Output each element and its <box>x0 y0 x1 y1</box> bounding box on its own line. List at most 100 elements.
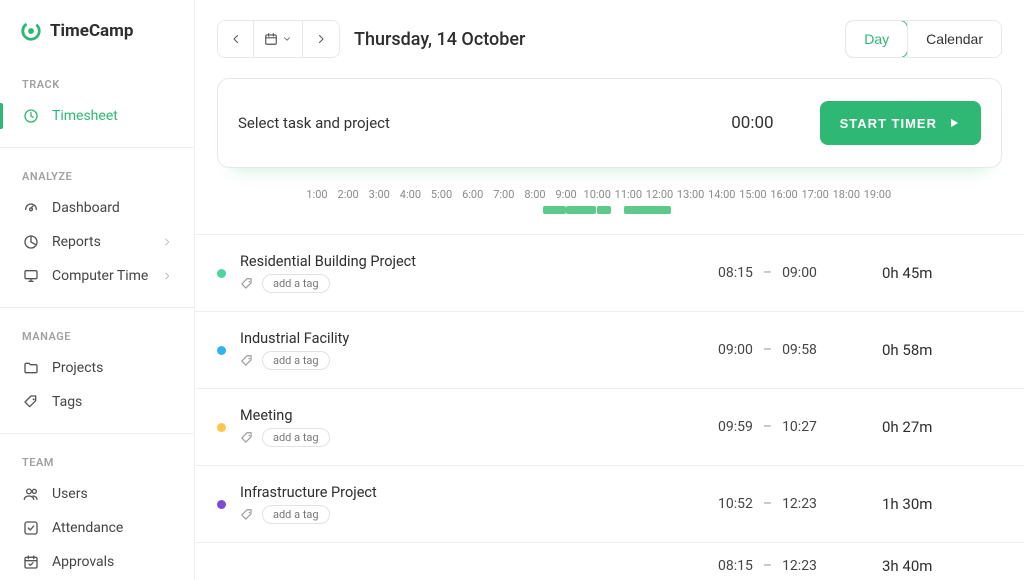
summary-duration: 3h 40m <box>882 557 1002 575</box>
brand[interactable]: TimeCamp <box>0 0 194 62</box>
next-day-button[interactable] <box>303 21 339 57</box>
timeline-tick: 11:00 <box>615 188 642 201</box>
timeline-tick: 4:00 <box>400 188 421 201</box>
timeline-tick: 18:00 <box>833 188 860 201</box>
users-icon <box>22 485 40 503</box>
entry-to[interactable]: 09:58 <box>782 342 817 358</box>
entry-from[interactable]: 10:52 <box>718 496 753 512</box>
brand-name: TimeCamp <box>50 21 133 41</box>
add-tag-button[interactable]: add a tag <box>262 505 330 524</box>
date-title: Thursday, 14 October <box>354 29 525 50</box>
timeline-tick: 14:00 <box>708 188 735 201</box>
tag-icon <box>240 508 254 522</box>
entry-from[interactable]: 09:00 <box>718 342 753 358</box>
entry-duration: 1h 30m <box>882 495 1002 513</box>
time-entry[interactable]: Residential Building Project add a tag 0… <box>195 235 1024 312</box>
entry-from[interactable]: 09:59 <box>718 419 753 435</box>
view-calendar-button[interactable]: Calendar <box>907 21 1001 57</box>
entry-color-dot <box>217 346 226 355</box>
task-select[interactable]: Select task and project <box>238 114 390 132</box>
entry-title: Residential Building Project <box>240 253 704 270</box>
sidebar-item-computer-time[interactable]: Computer Time <box>0 259 194 293</box>
timeline-bar[interactable] <box>597 206 612 214</box>
sidebar-item-label: Tags <box>52 394 172 410</box>
nav-section-label: TEAM <box>0 442 194 477</box>
chevron-down-icon <box>282 34 292 44</box>
timeline-tick: 3:00 <box>369 188 390 201</box>
timeline-tick: 8:00 <box>524 188 545 201</box>
add-tag-button[interactable]: add a tag <box>262 274 330 293</box>
tag-icon <box>240 354 254 368</box>
summary-to: 12:23 <box>782 558 817 574</box>
sidebar-item-timesheet[interactable]: Timesheet <box>0 99 194 133</box>
timer-card: Select task and project 00:00 START TIME… <box>217 78 1002 168</box>
dash: – <box>763 558 772 574</box>
timeline-tick: 15:00 <box>739 188 766 201</box>
entries-list: Residential Building Project add a tag 0… <box>195 234 1024 543</box>
timeline-tick: 6:00 <box>462 188 483 201</box>
entry-to[interactable]: 10:27 <box>782 419 817 435</box>
entry-color-dot <box>217 269 226 278</box>
dash: – <box>763 342 772 358</box>
sidebar-item-projects[interactable]: Projects <box>0 351 194 385</box>
timeline-bar[interactable] <box>566 206 596 214</box>
entry-duration: 0h 27m <box>882 418 1002 436</box>
time-entry[interactable]: Infrastructure Project add a tag 10:52 –… <box>195 466 1024 543</box>
add-tag-button[interactable]: add a tag <box>262 428 330 447</box>
start-timer-button[interactable]: START TIMER <box>820 101 981 145</box>
calendar-icon <box>264 32 278 46</box>
timeline-bar[interactable] <box>543 206 566 214</box>
entry-to[interactable]: 09:00 <box>782 265 817 281</box>
entry-color-dot <box>217 500 226 509</box>
date-picker-button[interactable] <box>254 21 303 57</box>
entry-title: Industrial Facility <box>240 330 704 347</box>
logo-icon <box>20 20 42 42</box>
sidebar-item-approvals[interactable]: Approvals <box>0 545 194 579</box>
monitor-icon <box>22 267 40 285</box>
time-entry[interactable]: Meeting add a tag 09:59 – 10:27 0h 27m <box>195 389 1024 466</box>
tag-icon <box>22 393 40 411</box>
timeline-tick: 7:00 <box>493 188 514 201</box>
prev-day-button[interactable] <box>218 21 254 57</box>
clock-icon <box>22 107 40 125</box>
entry-title: Infrastructure Project <box>240 484 704 501</box>
dash: – <box>763 496 772 512</box>
timeline-tick: 2:00 <box>338 188 359 201</box>
start-timer-label: START TIMER <box>840 116 937 131</box>
timeline-tick: 10:00 <box>584 188 611 201</box>
timeline-tick: 5:00 <box>431 188 452 201</box>
sidebar-item-label: Reports <box>52 234 150 250</box>
sidebar-item-label: Computer Time <box>52 268 150 284</box>
timeline-tick: 17:00 <box>801 188 828 201</box>
timeline-tick: 1:00 <box>306 188 327 201</box>
entry-to[interactable]: 12:23 <box>782 496 817 512</box>
nav-section-label: MANAGE <box>0 316 194 351</box>
sidebar-item-label: Approvals <box>52 554 172 570</box>
entry-duration: 0h 58m <box>882 341 1002 359</box>
sidebar-item-attendance[interactable]: Attendance <box>0 511 194 545</box>
view-day-button[interactable]: Day <box>845 20 908 58</box>
chevron-right-icon <box>162 237 172 247</box>
sidebar-item-dashboard[interactable]: Dashboard <box>0 191 194 225</box>
tag-icon <box>240 277 254 291</box>
sidebar-item-tags[interactable]: Tags <box>0 385 194 419</box>
entry-duration: 0h 45m <box>882 264 1002 282</box>
timeline-bar[interactable] <box>624 206 671 214</box>
sidebar-item-users[interactable]: Users <box>0 477 194 511</box>
time-entry[interactable]: Industrial Facility add a tag 09:00 – 09… <box>195 312 1024 389</box>
main: Thursday, 14 October Day Calendar Select… <box>195 0 1024 580</box>
check-icon <box>22 519 40 537</box>
timeline-tick: 19:00 <box>864 188 891 201</box>
timeline-tick: 16:00 <box>770 188 797 201</box>
add-tag-button[interactable]: add a tag <box>262 351 330 370</box>
play-icon <box>947 116 961 130</box>
entry-from[interactable]: 08:15 <box>718 265 753 281</box>
sidebar-item-label: Timesheet <box>52 108 172 124</box>
timeline-tick: 13:00 <box>677 188 704 201</box>
date-nav-group <box>217 20 340 58</box>
sidebar-item-reports[interactable]: Reports <box>0 225 194 259</box>
chevron-left-icon <box>230 33 242 45</box>
timeline-tick: 12:00 <box>646 188 673 201</box>
folder-icon <box>22 359 40 377</box>
dash: – <box>763 419 772 435</box>
